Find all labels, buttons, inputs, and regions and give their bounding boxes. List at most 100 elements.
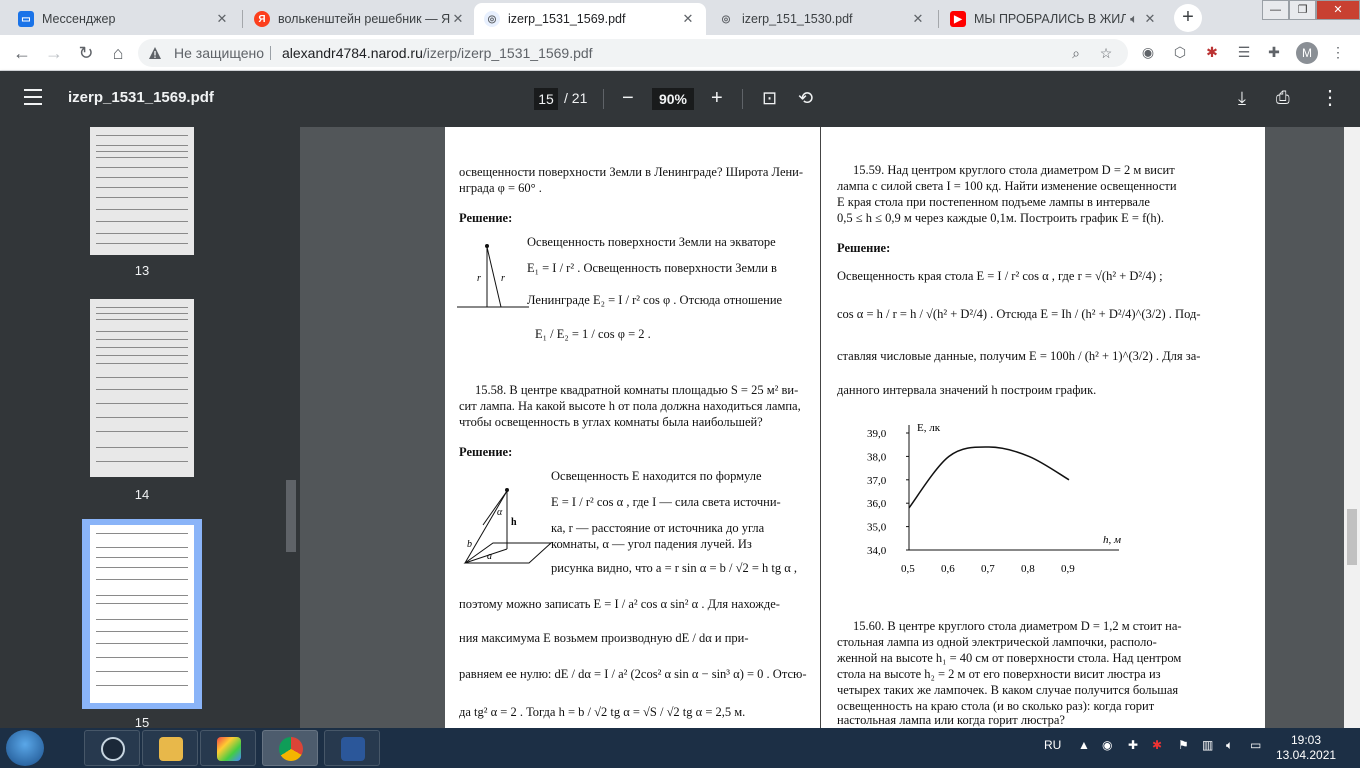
speaker-icon[interactable]: 🔈︎ xyxy=(1126,11,1142,27)
text-line: освещенности поверхности Земли в Ленингр… xyxy=(459,165,804,179)
tab-pdf-2[interactable]: ◎ izerp_151_1530.pdf ✕ xyxy=(708,3,936,35)
svg-text:α: α xyxy=(497,507,503,518)
minimize-button[interactable]: — xyxy=(1262,0,1289,20)
thumbnail-page-13[interactable] xyxy=(90,127,194,255)
room-diagram: h a b α xyxy=(463,488,553,564)
text-line: поэтому можно записать E = I / a² cos α … xyxy=(459,597,780,611)
back-arrow-icon[interactable]: ← xyxy=(10,41,34,65)
maximize-button[interactable]: ❐ xyxy=(1289,0,1316,20)
zoom-in-icon[interactable]: + xyxy=(711,87,723,109)
tab-title: МЫ ПРОБРАЛИСЬ В ЖИЛ xyxy=(974,12,1126,26)
yandex-icon: Я xyxy=(254,11,270,27)
scrollbar-thumb[interactable] xyxy=(1347,509,1357,565)
problem-text: E края стола при постепенном подъеме лам… xyxy=(837,195,1150,209)
tray-antivirus-icon[interactable]: ✱ xyxy=(1152,738,1162,752)
problem-text: четырех таких же лампочек. В каком случа… xyxy=(837,683,1179,697)
tray-volume-icon[interactable]: 🔈︎ xyxy=(1226,738,1233,753)
problem-text: сит лампа. На какой высоте h от пола дол… xyxy=(459,399,801,413)
download-icon[interactable]: ⤓ xyxy=(1238,87,1246,109)
close-icon[interactable]: ✕ xyxy=(214,11,230,27)
close-icon[interactable]: ✕ xyxy=(910,11,926,27)
hamburger-menu-icon[interactable] xyxy=(24,89,42,110)
print-icon[interactable]: ⎙ xyxy=(1276,87,1290,109)
window-close-button[interactable]: ✕ xyxy=(1316,0,1360,20)
new-tab-button[interactable]: + xyxy=(1174,4,1202,32)
extension-owl-icon[interactable]: ◉ xyxy=(1138,42,1158,62)
taskbar-paint-icon[interactable] xyxy=(200,730,256,766)
forward-arrow-icon[interactable]: → xyxy=(42,41,66,65)
extensions-puzzle-icon[interactable]: ✚ xyxy=(1264,42,1284,62)
tray-flag-icon[interactable]: ⚑ xyxy=(1178,738,1189,752)
pdf-globe-icon: ◎ xyxy=(718,11,734,27)
tab-pdf-active[interactable]: ◎ izerp_1531_1569.pdf ✕ xyxy=(474,3,706,35)
url-host: alexandr4784.narod.ru xyxy=(282,45,423,61)
tab-youtube[interactable]: ▶ МЫ ПРОБРАЛИСЬ В ЖИЛ 🔈︎ ✕ xyxy=(940,3,1168,35)
tray-network-icon[interactable]: ▥ xyxy=(1202,738,1213,752)
text-line: cos α = h / r = h / √(h² + D²/4) . Отсюд… xyxy=(837,307,1201,321)
window-controls: — ❐ ✕ xyxy=(1262,0,1360,22)
x-tick-label: 0,7 xyxy=(981,563,995,575)
address-bar[interactable]: Не защищено alexandr4784.narod.ru/izerp/… xyxy=(138,39,1128,67)
security-label[interactable]: Не защищено xyxy=(174,39,264,67)
browser-toolbar: ← → ↻ ⌂ Не защищено alexandr4784.narod.r… xyxy=(0,35,1360,71)
start-button[interactable] xyxy=(6,730,44,766)
problem-text: чтобы освещенность в углах комнаты была … xyxy=(459,415,763,429)
clock[interactable]: 19:03 13.04.2021 xyxy=(1276,733,1336,763)
page-number-input[interactable]: 15 xyxy=(534,88,558,110)
text-line: ния максимума E возьмем производную dE /… xyxy=(459,631,749,645)
text-line: ставляя числовые данные, получим E = 100… xyxy=(837,349,1201,363)
problem-text: настольная лампа или когда горит люстра? xyxy=(837,713,1065,727)
solution-heading: Решение: xyxy=(837,241,891,255)
more-menu-icon[interactable]: ⋮ xyxy=(1328,42,1348,62)
zoom-level-input[interactable]: 90% xyxy=(652,88,694,110)
illuminance-chart: E, лк h, м 34,0 35,0 36,0 37,0 38,0 39,0 0,5 0… xyxy=(867,422,1121,575)
tab-title: Мессенджер xyxy=(42,12,116,26)
more-options-icon[interactable]: ⋮ xyxy=(1320,87,1340,109)
extension-shield-icon[interactable]: ⬡ xyxy=(1170,42,1190,62)
taskbar-explorer-icon[interactable] xyxy=(142,730,198,766)
equator-diagram: r r xyxy=(457,244,529,308)
language-indicator[interactable]: RU xyxy=(1044,738,1061,752)
text-line: комнаты, α — угол падения лучей. Из xyxy=(551,537,752,551)
thumbnail-page-15[interactable] xyxy=(90,525,194,703)
taskbar-chrome-icon[interactable] xyxy=(262,730,318,766)
tray-battery-icon[interactable]: ▭ xyxy=(1250,738,1261,752)
sidebar-scrollbar[interactable] xyxy=(286,480,296,552)
bookmark-star-icon[interactable]: ☆ xyxy=(1096,43,1116,63)
y-axis-label: E, лк xyxy=(917,422,941,434)
url-text[interactable]: alexandr4784.narod.ru/izerp/izerp_1531_1… xyxy=(282,39,593,67)
close-icon[interactable]: ✕ xyxy=(450,11,466,27)
fit-page-icon[interactable]: ⊡ xyxy=(762,87,777,109)
svg-text:r: r xyxy=(501,273,505,284)
avatar[interactable]: M xyxy=(1296,42,1318,64)
taskbar-word-icon[interactable] xyxy=(324,730,380,766)
problem-text: освещенность на краю стола (и во сколько… xyxy=(837,699,1155,713)
pdf-viewport: освещенности поверхности Земли в Ленингр… xyxy=(300,127,1360,728)
tab-title: izerp_151_1530.pdf xyxy=(742,12,853,26)
zoom-out-icon[interactable]: − xyxy=(622,87,634,109)
pdf-globe-icon: ◎ xyxy=(484,11,500,27)
tab-messenger[interactable]: ▭ Мессенджер ✕ xyxy=(8,3,240,35)
thumbnail-page-14[interactable] xyxy=(90,299,194,477)
zoom-icon[interactable]: ⌕ xyxy=(1066,43,1086,63)
pdf-filename: izerp_1531_1569.pdf xyxy=(68,89,214,106)
tray-expand-icon[interactable]: ▲ xyxy=(1078,738,1090,752)
text-line: Освещенность края стола E = I / r² cos α… xyxy=(837,269,1163,283)
taskbar-steam-icon[interactable] xyxy=(84,730,140,766)
youtube-icon: ▶ xyxy=(950,11,966,27)
home-icon[interactable]: ⌂ xyxy=(106,41,130,65)
reading-list-icon[interactable]: ☰ xyxy=(1234,42,1254,62)
tab-strip: ▭ Мессенджер ✕ Я волькенштейн решебник —… xyxy=(0,0,1360,35)
tray-app-icon[interactable]: ✚ xyxy=(1128,738,1138,752)
close-icon[interactable]: ✕ xyxy=(680,11,696,27)
rotate-icon[interactable]: ⟲ xyxy=(798,87,813,109)
problem-text: стольная лампа из одной электрической ла… xyxy=(837,635,1157,649)
tab-yandex-search[interactable]: Я волькенштейн решебник — Я ✕ xyxy=(244,3,476,35)
column-divider xyxy=(820,127,821,728)
extension-bug-icon[interactable]: ✱ xyxy=(1202,42,1222,62)
reload-icon[interactable]: ↻ xyxy=(74,41,98,65)
close-icon[interactable]: ✕ xyxy=(1142,11,1158,27)
viewer-scrollbar[interactable] xyxy=(1344,127,1360,728)
tray-steam-icon[interactable]: ◉ xyxy=(1102,738,1112,752)
y-tick-label: 36,0 xyxy=(867,498,887,510)
